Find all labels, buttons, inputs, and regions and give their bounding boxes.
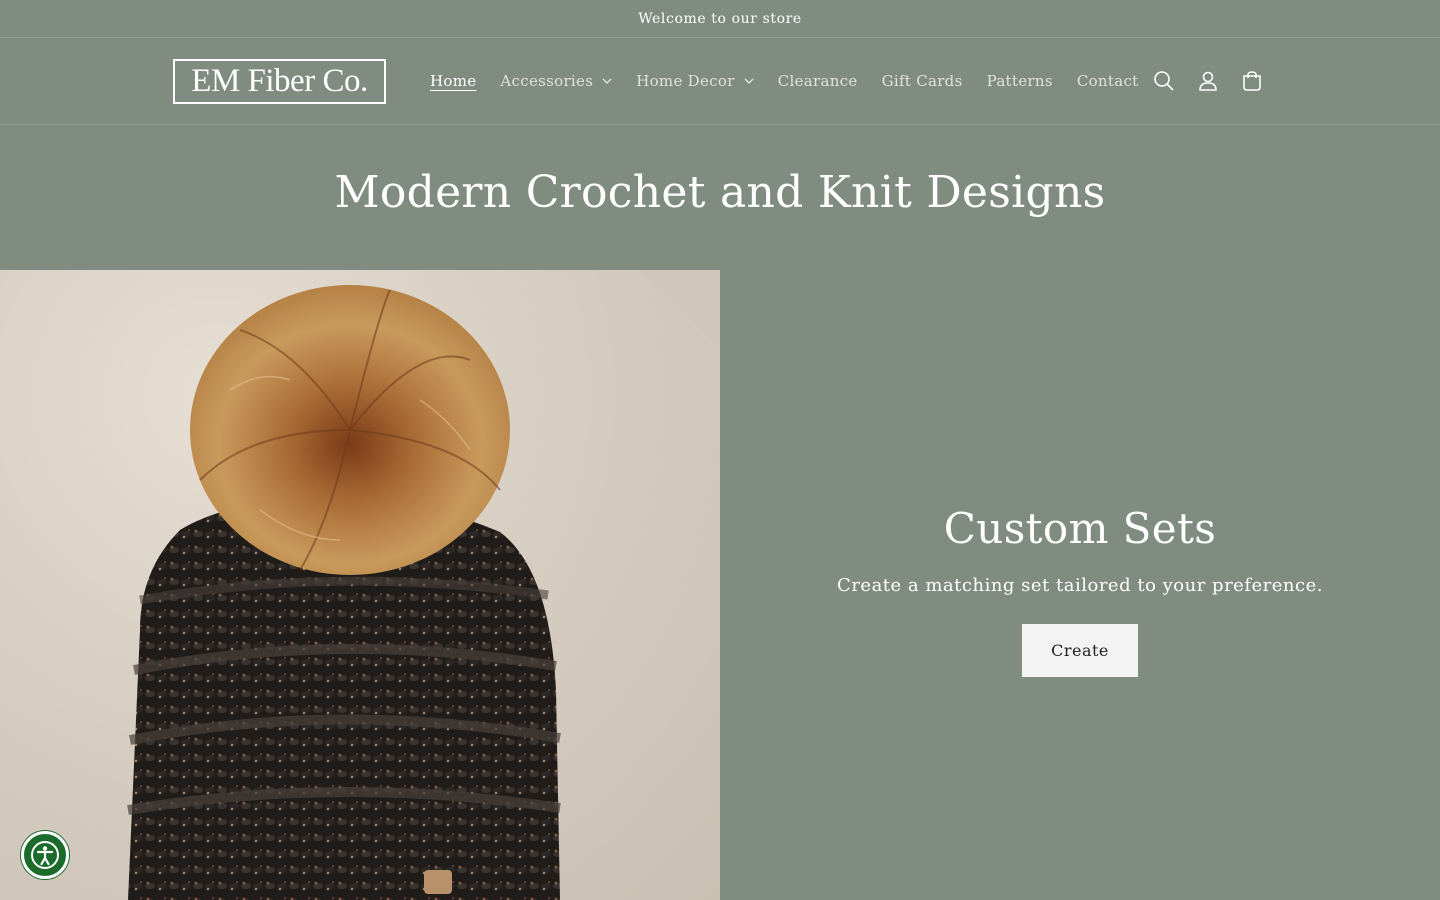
nav-item-accessories[interactable]: Accessories	[488, 72, 624, 90]
cart-icon	[1243, 71, 1261, 91]
nav-item-label: Patterns	[986, 72, 1053, 90]
cart-button[interactable]	[1230, 59, 1274, 103]
account-button[interactable]	[1186, 59, 1230, 103]
promo-heading: Custom Sets	[943, 503, 1217, 553]
promo-text: Create a matching set tailored to your p…	[837, 574, 1323, 596]
nav-item-home[interactable]: Home	[418, 72, 488, 90]
nav-item-home-decor[interactable]: Home Decor	[624, 72, 766, 90]
image-with-text-section: Custom Sets Create a matching set tailor…	[0, 270, 1440, 900]
nav-item-contact[interactable]: Contact	[1065, 72, 1151, 90]
nav-item-label: Clearance	[777, 72, 858, 90]
chevron-down-icon	[602, 78, 612, 84]
create-button[interactable]: Create	[1022, 623, 1138, 677]
product-image	[0, 270, 720, 900]
account-icon	[1199, 71, 1217, 91]
accessibility-icon	[31, 841, 59, 869]
nav-item-label: Contact	[1076, 72, 1139, 90]
accessibility-button[interactable]	[21, 831, 69, 879]
site-header: EM Fiber Co. Home Accessories Home Decor…	[0, 38, 1440, 125]
promo-panel: Custom Sets Create a matching set tailor…	[720, 270, 1440, 900]
main-nav: Home Accessories Home Decor Clearance Gi…	[418, 38, 1151, 124]
chevron-down-icon	[744, 78, 754, 84]
nav-item-label: Accessories	[500, 72, 594, 90]
logo[interactable]: EM Fiber Co.	[173, 59, 386, 104]
announcement-text: Welcome to our store	[638, 10, 802, 27]
nav-item-gift-cards[interactable]: Gift Cards	[870, 72, 975, 90]
nav-item-patterns[interactable]: Patterns	[975, 72, 1065, 90]
nav-item-label: Home Decor	[636, 72, 735, 90]
announcement-bar: Welcome to our store	[0, 0, 1440, 38]
nav-item-label: Home	[430, 72, 477, 90]
nav-item-label: Gift Cards	[881, 72, 963, 90]
knit-hat-image	[127, 270, 720, 900]
page-title: Modern Crochet and Knit Designs	[334, 166, 1106, 218]
search-icon	[1154, 71, 1174, 91]
search-button[interactable]	[1142, 59, 1186, 103]
nav-item-clearance[interactable]: Clearance	[766, 72, 870, 90]
header-icons	[1142, 38, 1274, 124]
